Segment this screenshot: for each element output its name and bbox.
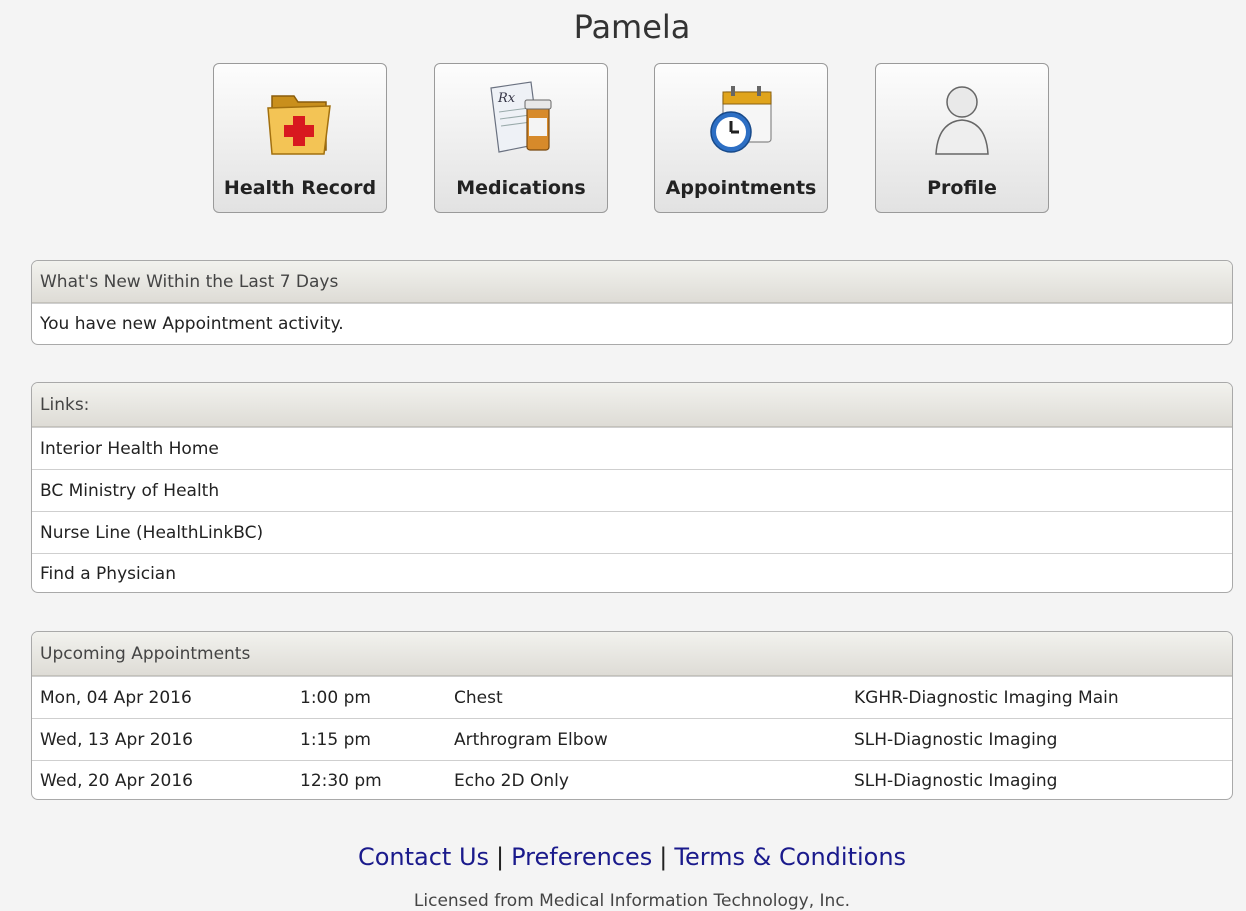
appointment-exam: Arthrogram Elbow xyxy=(454,730,608,750)
links-panel: Links: Interior Health Home BC Ministry … xyxy=(31,382,1233,593)
appointment-date: Mon, 04 Apr 2016 xyxy=(40,688,192,708)
appointment-row[interactable]: Mon, 04 Apr 2016 1:00 pm Chest KGHR-Diag… xyxy=(32,676,1232,718)
upcoming-appointments-panel: Upcoming Appointments Mon, 04 Apr 2016 1… xyxy=(31,631,1233,800)
appointment-time: 1:00 pm xyxy=(300,688,371,708)
links-header: Links: xyxy=(32,383,1232,427)
svg-text:Rx: Rx xyxy=(497,91,516,106)
footer-separator: | xyxy=(659,843,668,871)
link-find-a-physician[interactable]: Find a Physician xyxy=(32,553,1232,592)
appointment-date: Wed, 20 Apr 2016 xyxy=(40,771,193,791)
link-nurse-line[interactable]: Nurse Line (HealthLinkBC) xyxy=(32,511,1232,553)
health-record-button[interactable]: Health Record xyxy=(213,63,387,213)
health-record-folder-icon xyxy=(267,95,331,155)
footer-separator: | xyxy=(496,843,505,871)
health-record-label: Health Record xyxy=(223,177,377,199)
appointment-time: 1:15 pm xyxy=(300,730,371,750)
profile-person-icon xyxy=(935,86,989,155)
appointment-row[interactable]: Wed, 13 Apr 2016 1:15 pm Arthrogram Elbo… xyxy=(32,718,1232,760)
upcoming-appointments-header: Upcoming Appointments xyxy=(32,632,1232,676)
appointment-exam: Chest xyxy=(454,688,503,708)
appointment-exam: Echo 2D Only xyxy=(454,771,569,791)
license-text: Licensed from Medical Information Techno… xyxy=(413,891,851,911)
appointments-label: Appointments xyxy=(665,177,817,199)
appointment-location: KGHR-Diagnostic Imaging Main xyxy=(854,688,1119,708)
link-bc-ministry-of-health[interactable]: BC Ministry of Health xyxy=(32,469,1232,511)
appointments-calendar-clock-icon xyxy=(710,86,772,153)
contact-us-link[interactable]: Contact Us xyxy=(358,843,489,871)
appointment-row[interactable]: Wed, 20 Apr 2016 12:30 pm Echo 2D Only S… xyxy=(32,760,1232,799)
preferences-link[interactable]: Preferences xyxy=(511,843,652,871)
appointments-button[interactable]: Appointments xyxy=(654,63,828,213)
medications-rx-icon: Rx xyxy=(490,81,552,153)
whats-new-message[interactable]: You have new Appointment activity. xyxy=(32,303,1232,344)
profile-button[interactable]: Profile xyxy=(875,63,1049,213)
appointment-time: 12:30 pm xyxy=(300,771,382,791)
medications-label: Medications xyxy=(456,177,586,199)
whats-new-panel: What's New Within the Last 7 Days You ha… xyxy=(31,260,1233,345)
profile-label: Profile xyxy=(927,177,997,199)
appointment-location: SLH-Diagnostic Imaging xyxy=(854,771,1058,791)
footer-links: Contact Us | Preferences | Terms & Condition… xyxy=(0,843,1246,871)
terms-conditions-link[interactable]: Terms & Conditions xyxy=(674,843,906,871)
appointment-date: Wed, 13 Apr 2016 xyxy=(40,730,193,750)
page-title: Pamela xyxy=(573,8,691,46)
medications-button[interactable]: Rx Medications xyxy=(434,63,608,213)
link-interior-health-home[interactable]: Interior Health Home xyxy=(32,427,1232,469)
appointment-location: SLH-Diagnostic Imaging xyxy=(854,730,1058,750)
whats-new-header: What's New Within the Last 7 Days xyxy=(32,261,1232,303)
